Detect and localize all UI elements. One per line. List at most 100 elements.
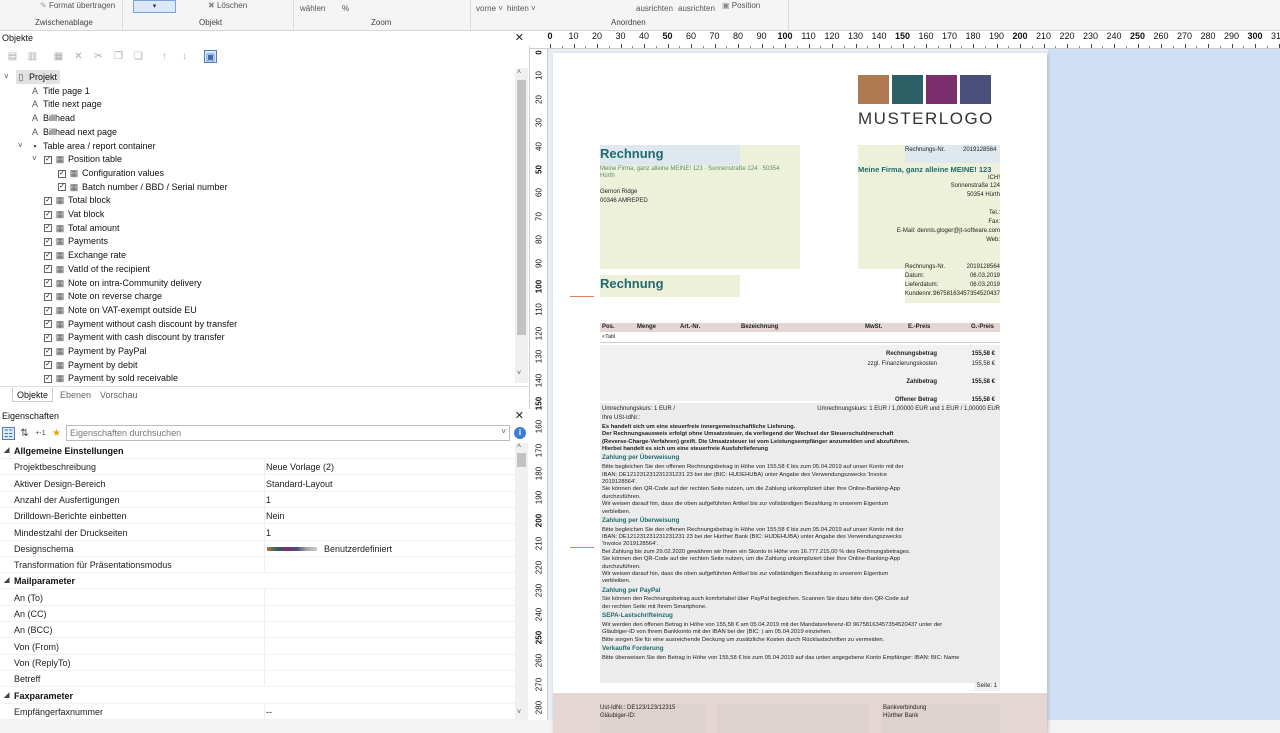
property-row[interactable]: An (To): [0, 589, 515, 606]
property-row[interactable]: Anzahl der Ausfertigungen 1: [0, 491, 515, 508]
cut-icon[interactable]: ✂: [92, 50, 105, 63]
tree-item[interactable]: ▯ Projekt: [16, 70, 61, 84]
format-painter-button[interactable]: ✎ Format übertragen: [40, 1, 115, 10]
property-category[interactable]: ◢ Mailparameter: [0, 573, 515, 590]
visibility-checkbox[interactable]: ✓: [44, 333, 52, 342]
zoom-choose-button[interactable]: wählen: [300, 4, 325, 13]
property-value[interactable]: 1: [266, 492, 271, 508]
tree-item[interactable]: ✓ ▦ Note on reverse charge: [44, 289, 162, 303]
property-value[interactable]: --: [266, 704, 272, 720]
tree-item[interactable]: A Title next page: [30, 97, 102, 111]
object-dropdown[interactable]: ▾: [133, 0, 176, 13]
properties-search-input[interactable]: Eigenschaften durchsuchen ˅: [66, 425, 510, 441]
align-button-1[interactable]: ausrichten: [636, 4, 673, 13]
tree-item[interactable]: ✓ ▦ Batch number / BBD / Serial number: [58, 180, 228, 194]
visibility-checkbox[interactable]: ✓: [44, 292, 52, 301]
property-row[interactable]: Empfängerfaxnummer --: [0, 703, 515, 720]
tree-item[interactable]: ✓ ▦ Exchange rate: [44, 248, 126, 262]
property-row[interactable]: Projektbeschreibung Neue Vorlage (2): [0, 459, 515, 476]
favorites-star-icon[interactable]: ★: [50, 427, 63, 440]
tree-item[interactable]: ✓ ▦ Total amount: [44, 221, 120, 235]
align-button-2[interactable]: ausrichten: [678, 4, 715, 13]
new-sub-object-icon[interactable]: ▥: [26, 50, 39, 63]
visibility-checkbox[interactable]: ✓: [44, 279, 52, 288]
visibility-checkbox[interactable]: ✓: [44, 306, 52, 315]
info-icon[interactable]: i: [514, 427, 526, 439]
company-box[interactable]: [858, 145, 1000, 269]
tree-item[interactable]: ✓ ▦ Payment by sold receivable: [44, 371, 178, 383]
tab-ebenen[interactable]: Ebenen: [56, 388, 95, 402]
new-object-icon[interactable]: ▤: [6, 50, 19, 63]
tree-item[interactable]: ✓ ▦ Payments: [44, 234, 108, 248]
visibility-checkbox[interactable]: ✓: [58, 183, 66, 192]
properties-scrollbar[interactable]: ˄ ˅: [515, 443, 528, 720]
table-column-header[interactable]: E.-Preis: [908, 324, 930, 332]
visibility-checkbox[interactable]: ✓: [44, 210, 52, 219]
table-body[interactable]: [600, 333, 1000, 343]
chevron-down-icon[interactable]: ˅: [501, 427, 506, 436]
scroll-down-icon[interactable]: ˅: [517, 709, 521, 716]
property-row[interactable]: Designschema Benutzerdefiniert: [0, 540, 515, 557]
delete-icon[interactable]: ✕: [72, 50, 85, 63]
categorized-view-icon[interactable]: ☷: [2, 427, 15, 440]
tree-scroll-thumb[interactable]: [517, 80, 526, 335]
visibility-checkbox[interactable]: ✓: [44, 196, 52, 205]
chevron-down-icon[interactable]: ˅: [32, 154, 37, 163]
visibility-checkbox[interactable]: ✓: [44, 224, 52, 233]
collapse-triangle-icon[interactable]: ◢: [4, 573, 9, 589]
table-column-header[interactable]: Bezeichnung: [741, 324, 778, 332]
table-column-header[interactable]: Menge: [637, 324, 656, 332]
bring-front-button[interactable]: vorne ˅: [476, 4, 503, 13]
delete-button[interactable]: ✖ Löschen: [208, 1, 247, 10]
scroll-down-icon[interactable]: ˅: [517, 370, 521, 377]
property-row[interactable]: Transformation für Präsentationsmodus: [0, 557, 515, 574]
visibility-checkbox[interactable]: ✓: [58, 169, 66, 178]
visibility-checkbox[interactable]: ✓: [44, 361, 52, 370]
property-row[interactable]: An (BCC): [0, 622, 515, 639]
visibility-checkbox[interactable]: ✓: [44, 375, 52, 383]
expand-collapse-icon[interactable]: +-1: [34, 427, 47, 440]
tree-item[interactable]: ✓ ▦ Total block: [44, 193, 111, 207]
tree-item[interactable]: A Billhead: [30, 111, 75, 125]
tab-objekte[interactable]: Objekte: [12, 388, 54, 402]
table-column-header[interactable]: Pos.: [602, 324, 615, 332]
position-button[interactable]: ▣ Position: [722, 1, 760, 10]
table-header[interactable]: [600, 323, 1000, 332]
close-icon[interactable]: ✕: [515, 409, 524, 422]
scroll-up-icon[interactable]: ˄: [517, 443, 521, 450]
tree-item[interactable]: ✓ ▦ Payment without cash discount by trans…: [44, 317, 237, 331]
property-row[interactable]: Von (ReplyTo): [0, 654, 515, 671]
design-canvas[interactable]: MUSTERLOGO Rechnung Meine Firma, ganz al…: [548, 49, 1280, 733]
visibility-checkbox[interactable]: ✓: [44, 320, 52, 329]
chevron-down-icon[interactable]: ˅: [4, 72, 9, 81]
collapse-triangle-icon[interactable]: ◢: [4, 688, 9, 704]
tree-item[interactable]: A Title page 1: [30, 84, 90, 98]
visibility-checkbox[interactable]: ✓: [44, 265, 52, 274]
property-row[interactable]: Mindestzahl der Druckseiten 1: [0, 524, 515, 541]
tree-item[interactable]: ✓ ▦ Configuration values: [58, 166, 164, 180]
property-row[interactable]: Von (From): [0, 638, 515, 655]
property-row[interactable]: Betreff: [0, 671, 515, 688]
property-value[interactable]: Nein: [266, 508, 285, 524]
scroll-up-icon[interactable]: ˄: [517, 69, 521, 76]
view-mode-icon[interactable]: ▣: [204, 50, 217, 63]
visibility-checkbox[interactable]: ✓: [44, 155, 52, 164]
property-value[interactable]: Standard-Layout: [266, 476, 333, 492]
tree-item[interactable]: ✓ ▦ Note on intra-Community delivery: [44, 276, 202, 290]
tree-item[interactable]: ▪ Table area / report container: [30, 139, 155, 153]
move-down-icon[interactable]: ↓: [178, 50, 191, 63]
property-value[interactable]: Benutzerdefiniert: [324, 541, 392, 557]
properties-scroll-thumb[interactable]: [517, 453, 526, 467]
close-icon[interactable]: ✕: [515, 31, 524, 44]
tree-item[interactable]: ✓ ▦ VatId of the recipient: [44, 262, 150, 276]
document-page[interactable]: MUSTERLOGO Rechnung Meine Firma, ganz al…: [553, 53, 1047, 733]
property-value[interactable]: 1: [266, 525, 271, 541]
tab-vorschau[interactable]: Vorschau: [96, 388, 142, 402]
totals-block[interactable]: [600, 345, 1000, 401]
copy-icon[interactable]: ❐: [112, 50, 125, 63]
table-column-header[interactable]: MwSt.: [865, 324, 882, 332]
property-row[interactable]: An (CC): [0, 606, 515, 622]
tree-scrollbar[interactable]: ˄ ˅: [515, 68, 528, 383]
property-category[interactable]: ◢ Allgemeine Einstellungen: [0, 443, 515, 459]
color-scheme-swatch[interactable]: [267, 546, 317, 551]
